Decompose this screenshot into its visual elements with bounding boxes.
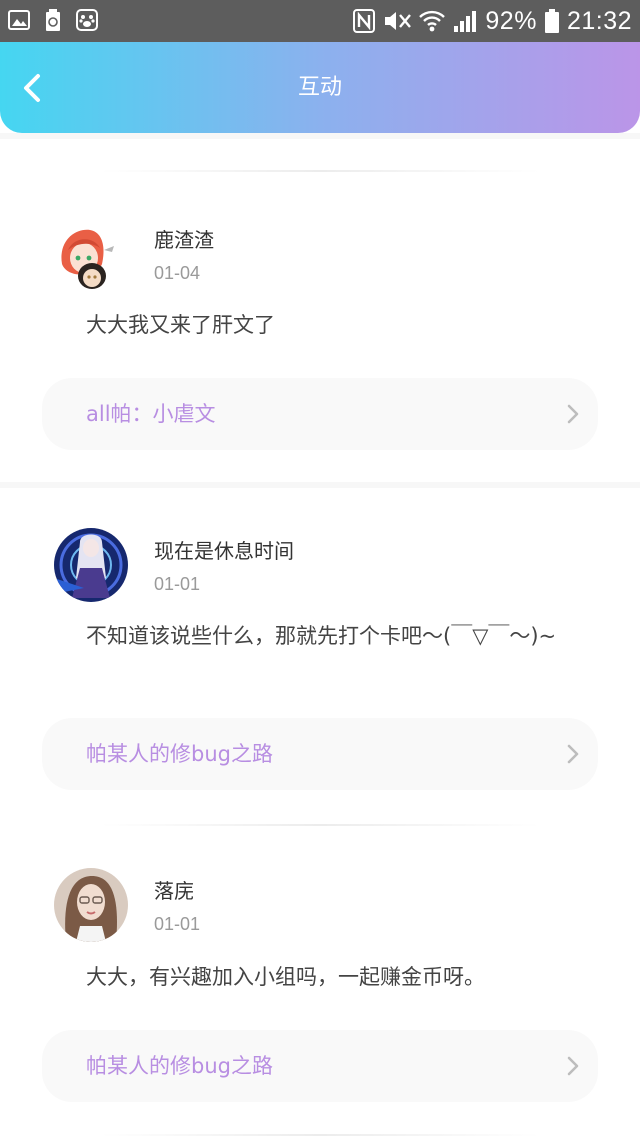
battery-saver-icon — [46, 9, 60, 31]
topic-link-label: 帕某人的修bug之路 — [86, 1054, 273, 1078]
signal-icon — [454, 11, 477, 32]
avatar[interactable] — [54, 868, 128, 942]
paw-icon — [76, 9, 98, 31]
post-date: 01-04 — [154, 263, 201, 283]
chevron-right-icon — [567, 1056, 579, 1076]
nfc-icon — [353, 9, 376, 33]
divider — [0, 482, 640, 488]
chevron-right-icon — [567, 744, 579, 764]
divider — [100, 170, 540, 172]
mute-icon — [385, 12, 412, 30]
page-title: 互动 — [297, 75, 342, 100]
post-content: 大大我又来了肝文了 — [86, 313, 275, 337]
topic-link[interactable]: 帕某人的修bug之路 — [42, 718, 598, 790]
post-content: 不知道该说些什么，那就先打个卡吧～(￣▽￣～)~ — [86, 624, 557, 648]
topic-link[interactable]: 帕某人的修bug之路 — [42, 1030, 598, 1102]
chevron-right-icon — [567, 404, 579, 424]
avatar[interactable] — [54, 220, 128, 294]
avatar[interactable] — [54, 528, 128, 602]
status-bar: 92% 21:32 — [0, 0, 640, 42]
post-content: 大大，有兴趣加入小组吗，一起赚金币呀。 — [86, 965, 485, 989]
post-date: 01-01 — [154, 574, 201, 594]
battery-icon — [544, 9, 559, 33]
battery-percent: 92% — [485, 6, 537, 35]
wifi-icon — [419, 10, 446, 32]
status-bar-left — [8, 9, 98, 31]
topic-link-label: 帕某人的修bug之路 — [86, 742, 273, 766]
username[interactable]: 现在是休息时间 — [154, 535, 294, 564]
divider — [0, 133, 640, 139]
image-icon — [8, 10, 30, 30]
topic-link[interactable]: all帕：小虐文 — [42, 378, 598, 450]
post-date: 01-01 — [154, 914, 201, 934]
topic-link-label: all帕：小虐文 — [86, 402, 216, 426]
divider — [100, 824, 540, 826]
app-header: 互动 — [0, 42, 640, 133]
clock: 21:32 — [566, 6, 632, 35]
divider — [100, 1134, 540, 1136]
username[interactable]: 落庑 — [154, 875, 194, 904]
status-bar-right: 92% 21:32 — [353, 6, 632, 36]
username[interactable]: 鹿渣渣 — [154, 224, 214, 253]
